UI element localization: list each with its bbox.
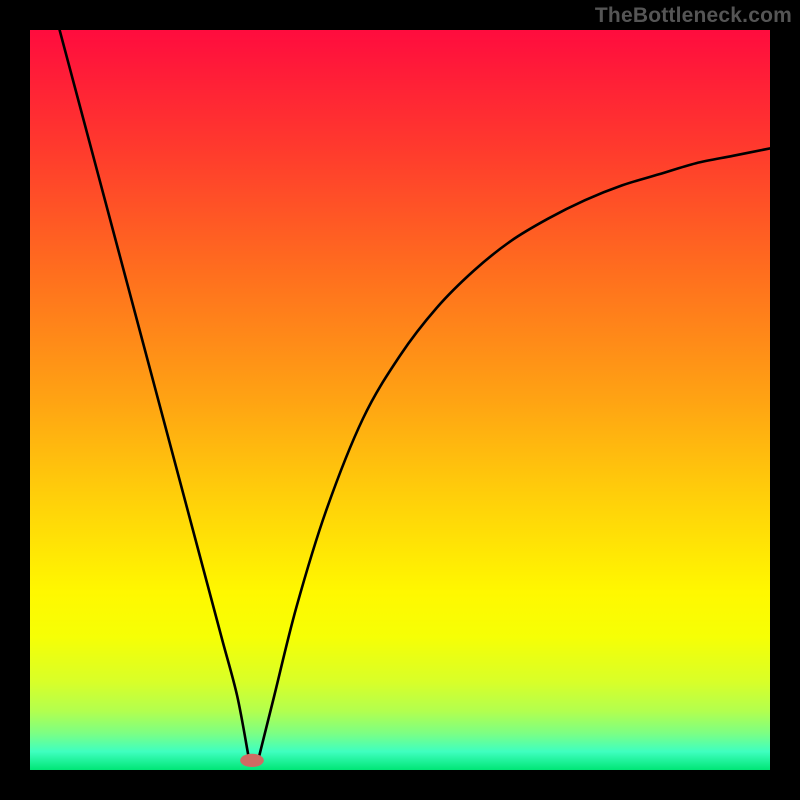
attribution-label: TheBottleneck.com [595, 4, 792, 28]
chart-svg [30, 30, 770, 770]
minimum-marker [240, 754, 264, 767]
plot-area [30, 30, 770, 770]
gradient-background [30, 30, 770, 770]
chart-frame: TheBottleneck.com [0, 0, 800, 800]
